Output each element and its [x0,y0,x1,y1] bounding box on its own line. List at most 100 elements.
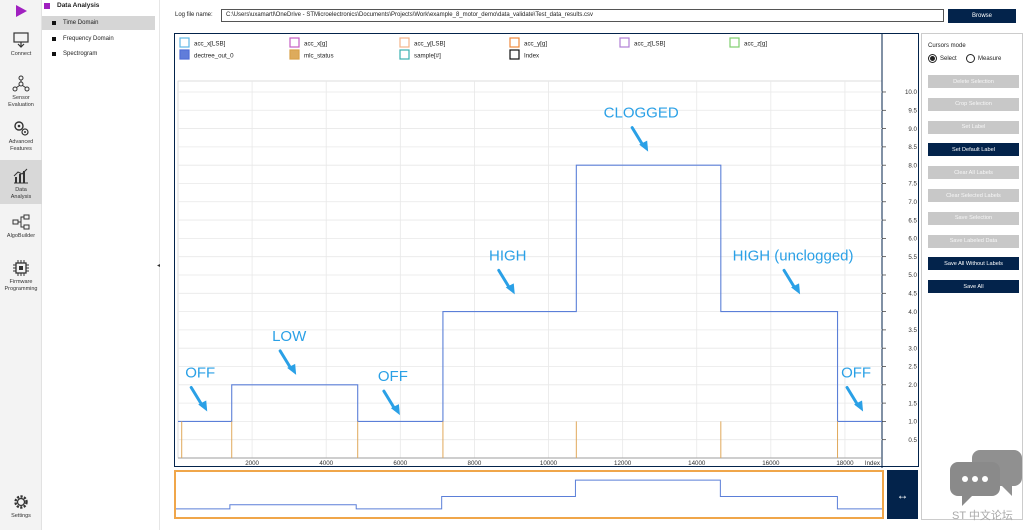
x-tick-label: 2000 [245,460,259,467]
save-selection-button[interactable]: Save Selection [928,211,1019,225]
subnav-item-time-domain[interactable]: Time Domain [42,16,155,30]
subnav-title: Data Analysis [57,2,100,9]
subnav-item-spectrogram[interactable]: Spectrogram [42,47,155,61]
rail-item-advanced-features[interactable]: Advanced Features [0,118,42,158]
collapse-sidebar-icon[interactable]: ◂ [157,262,160,269]
legend-item[interactable]: acc_x[LSB] [179,37,226,48]
bullet-icon [52,37,56,41]
legend-item[interactable]: dectree_out_0 [179,49,234,60]
y-tick-label: 6.5 [908,217,917,224]
class-annotation-label: LOW [272,328,307,345]
y-tick-label: 7.5 [908,181,917,188]
gear-icon [11,492,31,512]
chip-icon [11,258,31,278]
y-tick-label: 0.5 [908,437,917,444]
legend-checkbox[interactable] [509,37,520,48]
save-all-button[interactable]: Save All [928,280,1019,294]
y-tick-label: 2.5 [908,364,917,371]
legend-label: acc_x[g] [304,41,327,48]
set-default-label-button[interactable]: Set Default Label [928,143,1019,157]
subnav-item-label: Frequency Domain [63,36,114,42]
rail-item-firmware-programming[interactable]: Firmware Programming [0,258,42,296]
delete-selection-button[interactable]: Delete Selection [928,75,1019,88]
subnav-header: Data Analysis [44,2,99,9]
legend-item[interactable]: mlc_status [289,49,334,60]
rail-item-algobuilder[interactable]: AlgoBuilder [0,212,42,246]
log-file-input[interactable]: C:\Users\uxamartl\OneDrive - STMicroelec… [221,9,944,22]
run-button[interactable] [0,0,42,22]
save-all-without-labels-button[interactable]: Save All Without Labels [928,257,1019,271]
legend-item[interactable]: acc_y[LSB] [399,37,446,48]
time-domain-chart[interactable]: acc_x[LSB] acc_x[g] acc_y[LSB] acc_y[g] acc_… [175,34,920,468]
browse-button[interactable]: Browse [948,9,1016,23]
legend-label: acc_y[LSB] [414,41,446,48]
y-tick-label: 5.5 [908,254,917,261]
x-axis-label: Index [865,460,881,467]
legend-label: sample[#] [414,53,441,60]
overview-series-line [176,479,882,510]
legend-checkbox[interactable] [399,49,410,60]
plot-area[interactable] [177,80,883,459]
flow-icon [11,212,31,232]
legend-checkbox[interactable] [179,37,190,48]
rail-label: Connect [10,51,32,57]
clear-selected-labels-button[interactable]: Clear Selected Labels [928,189,1019,202]
overview-chart[interactable] [176,472,882,517]
rail-label: Advanced Features [8,139,34,152]
radio-unchecked-icon [966,54,975,63]
legend-item[interactable]: acc_z[LSB] [619,37,666,48]
subnav-item-label: Spectrogram [63,51,98,57]
watermark-text: ST 中文论坛 [952,510,1013,522]
network-icon [11,74,31,94]
y-tick-label: 2.0 [908,382,917,389]
legend-checkbox[interactable] [619,37,630,48]
x-tick-label: 16000 [762,460,780,467]
save-labeled-data-button[interactable]: Save Labeled Data [928,234,1019,248]
chart-panel[interactable]: acc_x[LSB] acc_x[g] acc_y[LSB] acc_y[g] acc_… [174,33,920,468]
legend-item[interactable]: acc_x[g] [289,37,327,48]
legend-checkbox[interactable] [289,49,300,60]
rail-label: Firmware Programming [4,279,38,292]
legend-item[interactable]: acc_z[g] [729,37,767,48]
y-tick-label: 7.0 [908,199,917,206]
clear-all-labels-button[interactable]: Clear All Labels [928,166,1019,180]
rail-item-data-analysis[interactable]: Data Analysis [0,160,42,204]
measure-radio[interactable]: Measure [966,54,1001,63]
overview-navigator[interactable] [174,470,884,519]
select-radio[interactable]: Select [928,54,957,63]
legend-item[interactable]: sample[#] [399,49,441,60]
y-tick-label: 1.0 [908,419,917,426]
bullet-icon [52,52,56,56]
legend-label: acc_y[g] [524,41,547,48]
legend-checkbox[interactable] [399,37,410,48]
rail-label: Settings [11,513,31,519]
radio-checked-icon [928,54,937,63]
section-marker-icon [44,2,50,9]
legend-item[interactable]: acc_y[g] [509,37,547,48]
legend-label: acc_z[g] [744,41,767,48]
legend-label: Index [524,53,540,60]
legend-item[interactable]: Index [509,49,540,60]
icon-rail: Connect Sensor Evaluation Advanced Featu… [0,0,42,530]
x-tick-label: 6000 [393,460,407,467]
radio-label: Select [940,55,957,62]
rail-item-settings[interactable]: Settings [0,492,42,526]
crop-selection-button[interactable]: Crop Selection [928,97,1019,111]
subnav-item-frequency-domain[interactable]: Frequency Domain [42,32,155,46]
legend-checkbox[interactable] [179,49,190,60]
zoom-reset-button[interactable]: ↔ [887,470,918,519]
legend-checkbox[interactable] [289,37,300,48]
class-annotation-label: OFF [378,368,408,385]
x-tick-label: 4000 [319,460,333,467]
x-tick-label: 14000 [688,460,706,467]
legend-label: mlc_status [304,53,334,60]
y-tick-label: 8.5 [908,144,917,151]
chart-icon [11,166,31,186]
class-annotation-label: HIGH (unclogged) [733,247,854,264]
log-file-label: Log file name: [175,12,213,18]
rail-item-sensor-evaluation[interactable]: Sensor Evaluation [0,74,42,112]
set-label-button[interactable]: Set Label [928,120,1019,134]
legend-checkbox[interactable] [729,37,740,48]
rail-item-connect[interactable]: Connect [0,30,42,64]
legend-checkbox[interactable] [509,49,520,60]
